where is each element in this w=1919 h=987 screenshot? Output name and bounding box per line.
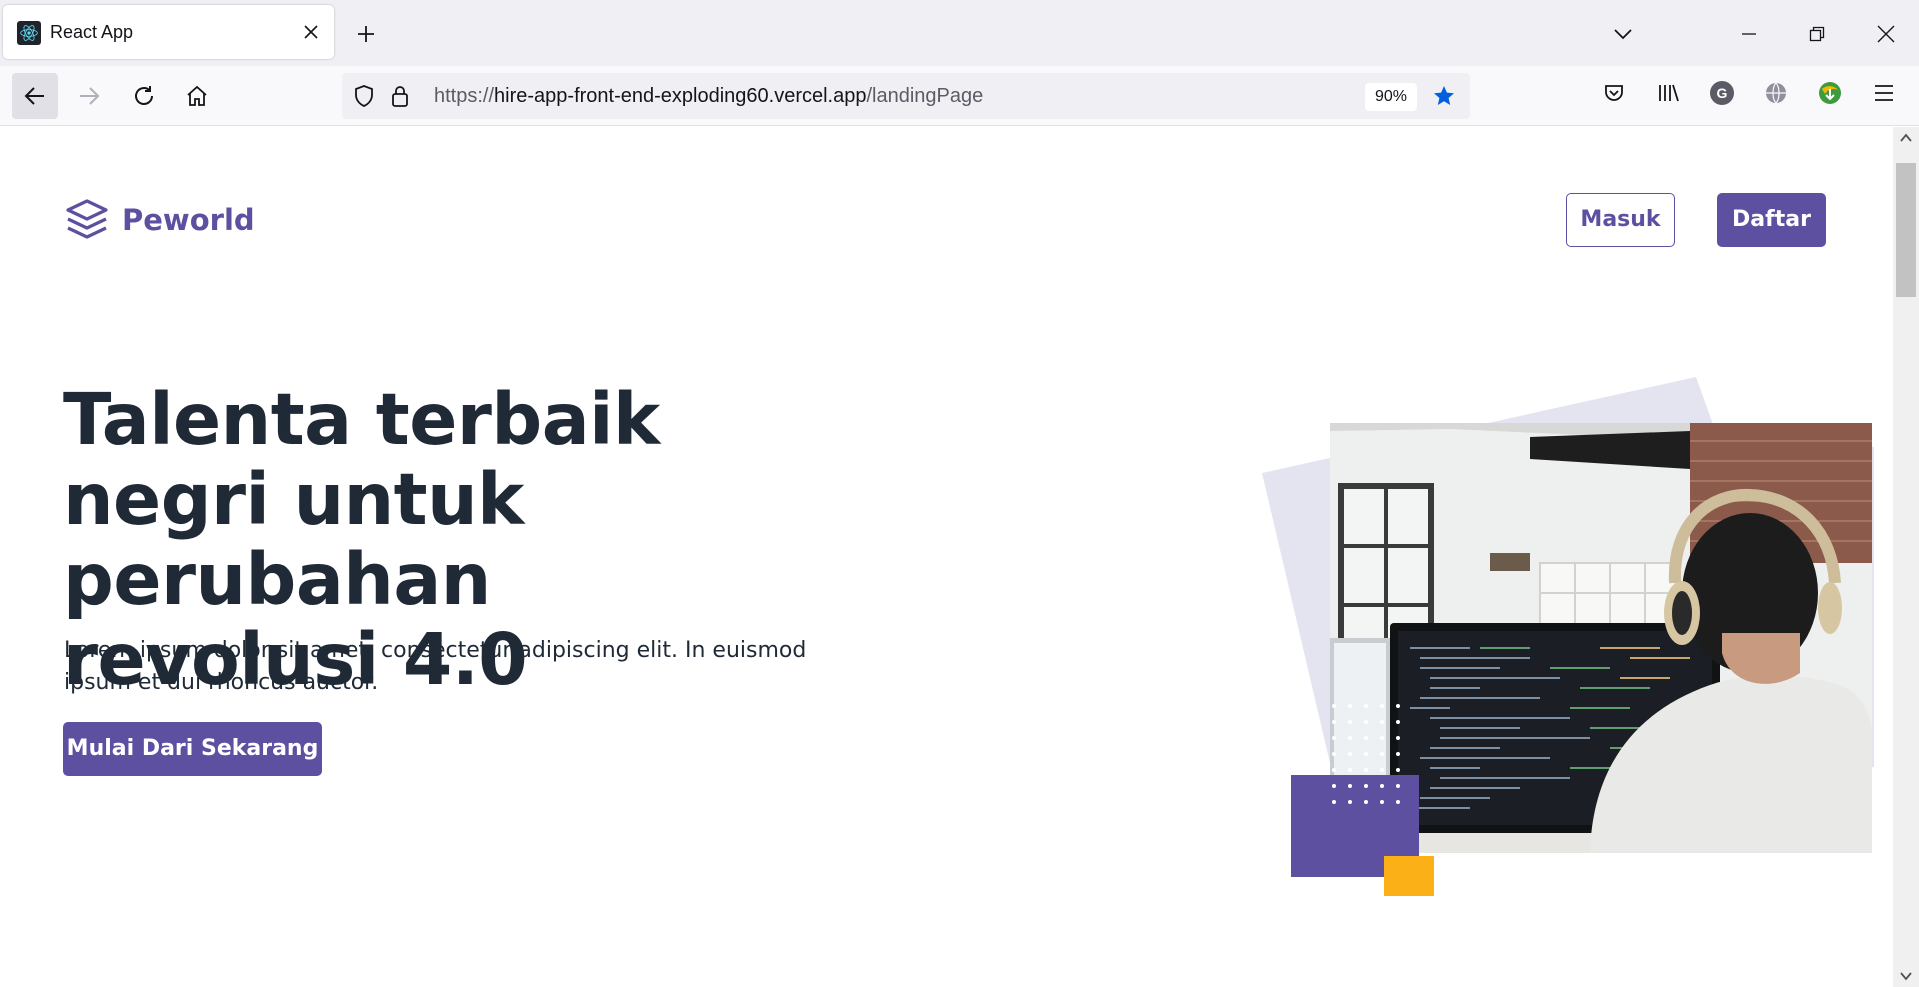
minimize-icon[interactable] bbox=[1734, 19, 1764, 49]
hero-illustration bbox=[1262, 377, 1882, 896]
navigation-toolbar: https://hire-app-front-end-exploding60.v… bbox=[0, 66, 1919, 126]
scrollbar-thumb[interactable] bbox=[1896, 163, 1916, 297]
address-bar[interactable]: https://hire-app-front-end-exploding60.v… bbox=[342, 73, 1470, 119]
decorative-yellow-square bbox=[1384, 856, 1434, 896]
svg-text:G: G bbox=[1717, 85, 1728, 101]
menu-icon[interactable] bbox=[1870, 79, 1898, 107]
stacked-layers-icon bbox=[66, 199, 108, 239]
react-logo-icon bbox=[17, 21, 41, 45]
scroll-up-arrow-icon[interactable] bbox=[1899, 131, 1913, 145]
logo-text: Peworld bbox=[122, 203, 255, 237]
bookmark-star-icon[interactable] bbox=[1432, 84, 1456, 108]
restore-icon[interactable] bbox=[1802, 19, 1832, 49]
page-viewport: Peworld Masuk Daftar Talenta terbaik neg… bbox=[0, 127, 1893, 987]
profile-avatar[interactable]: G bbox=[1708, 79, 1736, 107]
register-button[interactable]: Daftar bbox=[1717, 193, 1826, 247]
list-all-tabs-icon[interactable] bbox=[1608, 19, 1638, 49]
login-button[interactable]: Masuk bbox=[1566, 193, 1675, 247]
vertical-scrollbar[interactable] bbox=[1893, 127, 1919, 987]
get-started-button[interactable]: Mulai Dari Sekarang bbox=[63, 722, 322, 776]
tab-title: React App bbox=[50, 22, 134, 42]
close-window-icon[interactable] bbox=[1871, 19, 1901, 49]
library-icon[interactable] bbox=[1655, 79, 1683, 107]
tab-bar: React App bbox=[0, 0, 1919, 66]
close-tab-icon[interactable] bbox=[299, 20, 323, 44]
decorative-dot-grid bbox=[1332, 704, 1400, 804]
globe-extension-icon[interactable] bbox=[1762, 79, 1790, 107]
url-text: https://hire-app-front-end-exploding60.v… bbox=[434, 85, 984, 107]
reload-button[interactable] bbox=[121, 73, 167, 119]
pocket-icon[interactable] bbox=[1600, 79, 1628, 107]
lock-icon[interactable] bbox=[388, 84, 412, 108]
home-button[interactable] bbox=[174, 73, 220, 119]
scroll-down-arrow-icon[interactable] bbox=[1899, 969, 1913, 983]
shield-icon[interactable] bbox=[352, 84, 376, 108]
hero-description: Lorem ipsum dolor sit amet, consectetur … bbox=[64, 638, 807, 695]
forward-button[interactable] bbox=[66, 73, 112, 119]
new-tab-icon[interactable] bbox=[352, 20, 380, 48]
back-button[interactable] bbox=[12, 73, 58, 119]
zoom-level[interactable]: 90% bbox=[1365, 83, 1417, 111]
download-extension-icon[interactable] bbox=[1816, 79, 1844, 107]
logo[interactable]: Peworld bbox=[64, 197, 255, 243]
browser-tab[interactable]: React App bbox=[3, 5, 334, 59]
